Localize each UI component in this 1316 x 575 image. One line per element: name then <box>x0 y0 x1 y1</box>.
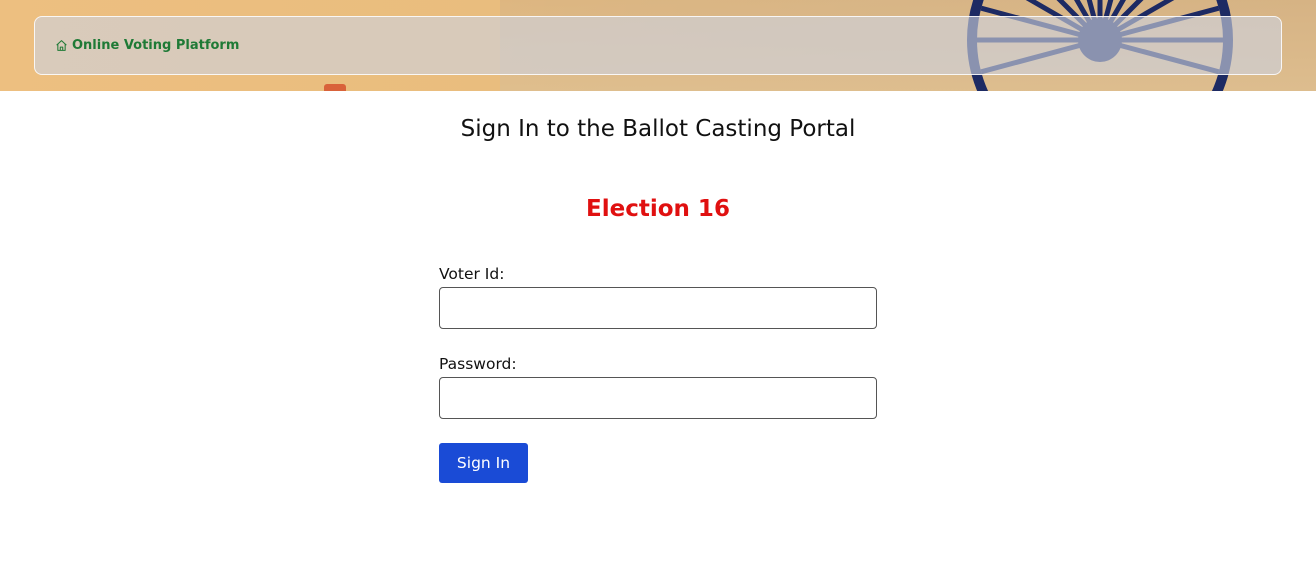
home-icon <box>56 40 67 51</box>
election-title: Election 16 <box>586 196 730 222</box>
voter-id-input[interactable] <box>439 287 877 329</box>
navbar: Online Voting Platform <box>34 16 1282 75</box>
hero-banner: Online Voting Platform <box>0 0 1316 91</box>
hero-decoration <box>324 84 346 91</box>
sign-in-form: Voter Id: Password: Sign In <box>439 265 877 483</box>
page-title: Sign In to the Ballot Casting Portal <box>460 116 856 142</box>
brand-label: Online Voting Platform <box>72 38 240 53</box>
sign-in-button[interactable]: Sign In <box>439 443 528 483</box>
password-label: Password: <box>439 355 517 373</box>
password-input[interactable] <box>439 377 877 419</box>
brand-link[interactable]: Online Voting Platform <box>55 38 239 53</box>
voter-id-label: Voter Id: <box>439 265 505 283</box>
